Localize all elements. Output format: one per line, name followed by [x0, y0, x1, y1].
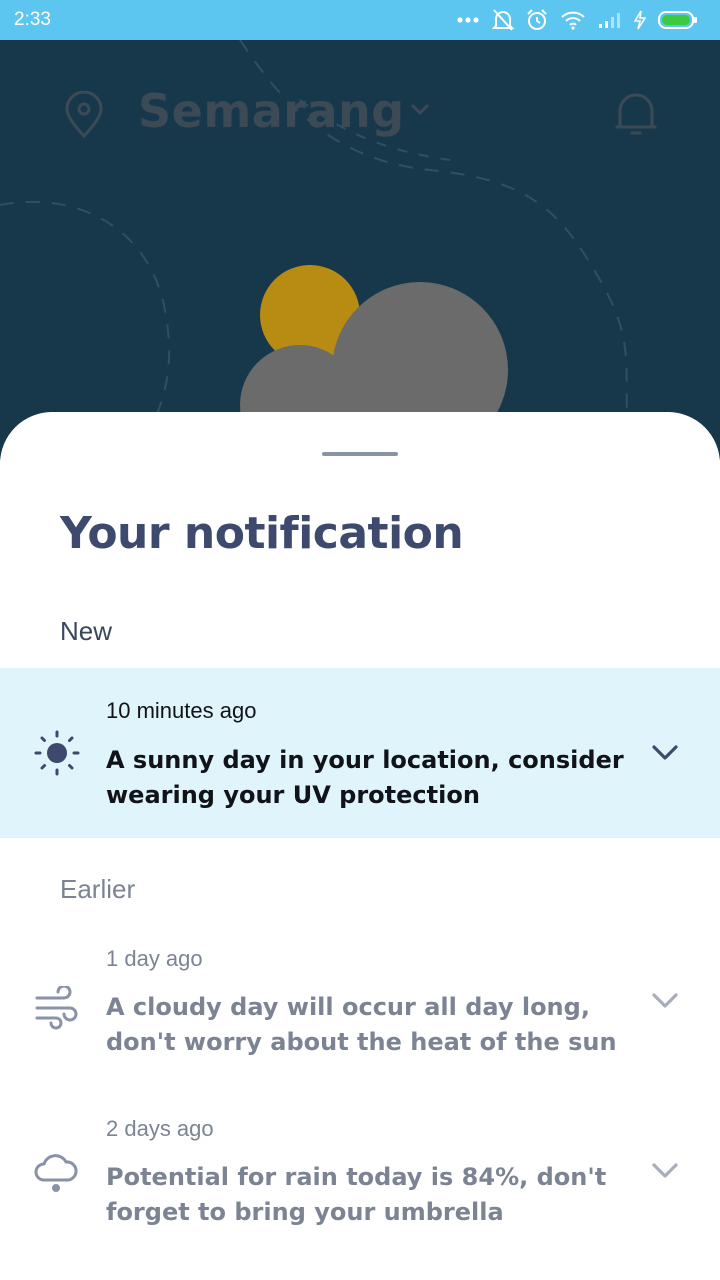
notification-item[interactable]: 1 day ago A cloudy day will occur all da…: [0, 932, 720, 1072]
expand-chevron-icon[interactable]: [651, 744, 679, 766]
notification-message: Potential for rain today is 84%, don't f…: [106, 1163, 607, 1226]
chevron-down-icon[interactable]: [410, 102, 430, 121]
sheet-drag-handle[interactable]: [322, 452, 398, 456]
section-earlier-label: Earlier: [60, 874, 136, 904]
location-pin-icon[interactable]: [64, 90, 104, 143]
expand-chevron-icon[interactable]: [651, 992, 679, 1014]
notification-time: 1 day ago: [106, 946, 203, 971]
alarm-icon: [526, 9, 548, 31]
rain-cloud-icon: [34, 1152, 80, 1202]
notification-time: 2 days ago: [106, 1116, 214, 1141]
notification-time: 10 minutes ago: [106, 698, 257, 723]
wifi-icon: [560, 10, 586, 30]
notification-item[interactable]: 10 minutes ago A sunny day in your locat…: [0, 668, 720, 838]
notification-sheet: Your notification New 10 minutes ago A s…: [0, 412, 720, 1280]
sheet-title: Your notification: [60, 508, 464, 559]
status-bar: 2:33: [0, 0, 720, 40]
sun-icon: [34, 730, 80, 780]
bell-muted-icon: [492, 8, 514, 32]
bell-icon[interactable]: [614, 89, 658, 141]
wind-icon: [34, 984, 80, 1034]
notification-item[interactable]: 2 days ago Potential for rain today is 8…: [0, 1102, 720, 1242]
city-name[interactable]: Semarang: [138, 84, 405, 138]
notification-message: A cloudy day will occur all day long, do…: [106, 993, 617, 1056]
expand-chevron-icon[interactable]: [651, 1162, 679, 1184]
battery-icon: [658, 10, 698, 30]
weather-screen-backdrop[interactable]: Semarang: [0, 40, 720, 460]
charging-icon: [634, 10, 646, 30]
notification-message: A sunny day in your location, consider w…: [106, 746, 624, 809]
more-dots-icon: [456, 16, 480, 24]
status-time: 2:33: [14, 9, 51, 30]
signal-icon: [598, 11, 622, 29]
section-new-label: New: [60, 616, 113, 646]
status-icons: [456, 8, 698, 32]
